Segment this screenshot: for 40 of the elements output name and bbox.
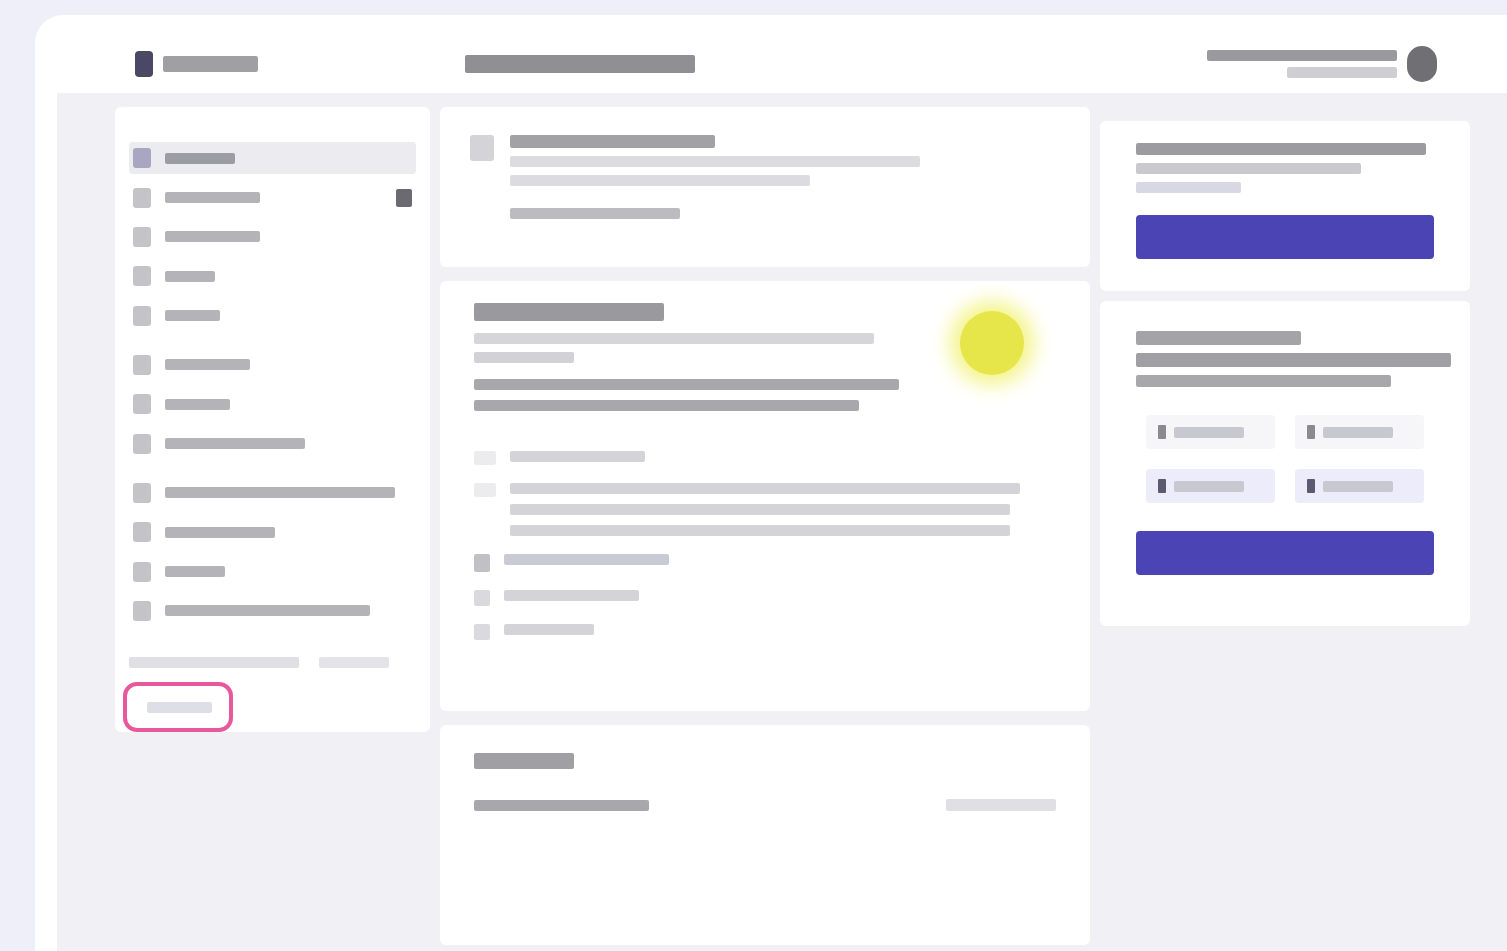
option-button[interactable] [1146,469,1275,503]
menu-icon [133,600,151,621]
menu-icon [133,433,151,454]
option-icon [1307,479,1315,493]
option-button[interactable] [1146,415,1275,449]
badge [396,188,412,207]
redacted-text [165,152,235,164]
menu-icon [133,187,151,208]
redacted-text [1174,426,1244,438]
menu-icon [133,522,151,543]
option-icon [1158,479,1166,493]
list-icon [474,624,490,640]
list-icon [474,590,490,606]
option-button[interactable] [1295,469,1424,503]
redacted-text [319,657,389,669]
menu-icon [133,354,151,375]
logo-icon [135,51,153,77]
footer-link[interactable] [123,682,233,732]
menu-icon [133,305,151,326]
menu-icon [133,482,151,503]
redacted-text [1174,480,1244,492]
redacted-text [165,398,230,410]
redacted-text [147,701,212,713]
menu-icon [133,266,151,287]
redacted-text [1323,426,1393,438]
redacted-text [165,270,215,282]
avatar[interactable] [1407,46,1437,82]
menu-icon [133,561,151,582]
redacted-text [1323,480,1393,492]
option-icon [1158,425,1166,439]
list-icon [474,554,490,572]
notice-icon [470,135,494,161]
redacted-text [165,310,220,322]
option-icon [1307,425,1315,439]
redacted-text [165,566,225,578]
menu-icon [133,226,151,247]
menu-icon [133,394,151,415]
sidebar-item[interactable] [129,142,416,175]
option-button[interactable] [1295,415,1424,449]
menu-icon [133,148,151,169]
